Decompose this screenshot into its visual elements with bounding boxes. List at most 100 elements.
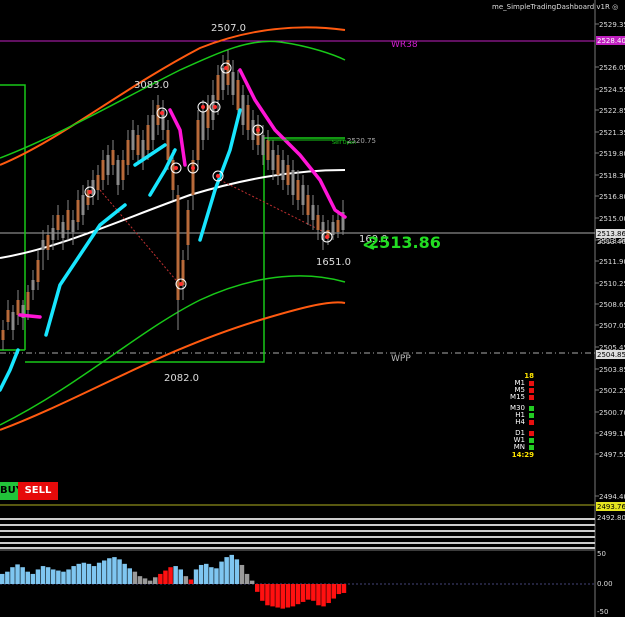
candle-body <box>126 140 130 165</box>
candle-body <box>11 312 15 330</box>
histogram-bar <box>122 563 127 584</box>
histogram-bar <box>214 568 219 584</box>
histogram-bar <box>40 566 46 584</box>
candle-body <box>181 260 185 285</box>
trend-status-square-icon <box>529 406 534 411</box>
histogram-bar <box>234 559 240 584</box>
histogram-bar <box>183 576 189 584</box>
wr38-label: WR38 <box>391 40 418 50</box>
dashboard-row: H4 <box>508 419 534 426</box>
candle-body <box>56 215 60 230</box>
high-count-label: 2507.0 <box>211 23 246 34</box>
histogram-bar <box>61 571 66 584</box>
histogram-bar <box>168 567 173 584</box>
candle-body <box>36 260 40 282</box>
signal-dot <box>224 66 228 70</box>
price-axis: 2529.35 2526.05 2524.55 2522.85 2521.35 2519.… <box>595 21 625 501</box>
histogram-bar <box>30 573 36 584</box>
buy-button[interactable]: BUY <box>0 482 18 500</box>
histogram-bar <box>173 566 178 584</box>
histogram-bar <box>295 584 301 605</box>
candle-body <box>6 310 10 322</box>
histogram-bar <box>76 563 81 584</box>
signal-dot <box>174 166 178 170</box>
candle-body <box>246 105 250 130</box>
histogram-bar <box>219 561 224 584</box>
trend-status-square-icon <box>529 413 534 418</box>
candle-body <box>131 130 135 150</box>
trend-status-square-icon <box>529 445 534 450</box>
histogram-bar <box>86 563 92 584</box>
histogram-bar <box>153 577 158 584</box>
signal-dot <box>160 111 164 115</box>
candle-body <box>81 195 85 215</box>
histogram-bar <box>204 563 209 584</box>
current-price-tag: 2513.46 <box>597 238 625 246</box>
price-tick-label: 2515.00 <box>599 215 625 223</box>
histogram-bar <box>300 584 306 602</box>
candle-body <box>316 215 320 230</box>
candle-body <box>166 130 170 160</box>
histogram-bar <box>81 562 87 584</box>
candle-body <box>31 280 35 290</box>
candle-body <box>121 160 125 180</box>
indicator-title: me_SimpleTradingDashboard v1R ◎ <box>492 3 619 11</box>
candle-body <box>271 150 275 170</box>
histogram-bar <box>102 560 107 584</box>
histogram-bar <box>91 566 97 584</box>
histogram-bar <box>265 584 270 606</box>
sell-button[interactable]: SELL <box>18 482 58 500</box>
price-tick-label: 2494.40 <box>599 493 625 501</box>
histogram-bar <box>5 571 10 584</box>
trend-status-square-icon <box>529 395 534 400</box>
histogram-bar <box>326 584 331 604</box>
histogram-bar <box>25 571 30 584</box>
candle-body <box>61 222 65 238</box>
wr38-price-tag: 2528.40 <box>597 37 625 45</box>
candle-body <box>281 160 285 180</box>
candle-body <box>151 115 155 140</box>
histogram-bar <box>66 569 71 584</box>
sell-open-price: 2520.75 <box>347 137 376 145</box>
upper-orange-band <box>0 26 346 166</box>
wpp-label: WPP <box>391 354 411 364</box>
signal-dot <box>179 282 183 286</box>
price-tick-label: 2516.80 <box>599 193 625 201</box>
price-tick-label: 2510.25 <box>599 280 625 288</box>
timeframe-dashboard: 18 M1 M5 M15 M30 H1 H4 D1 W1 MN 14:29 <box>508 372 534 459</box>
histogram-bar <box>132 571 138 584</box>
candle-body <box>241 95 245 125</box>
chart-canvas[interactable]: 2507.0 3083.0 2082.0 1651.0 169.0 Sell O… <box>0 0 625 617</box>
signal-dot <box>201 105 205 109</box>
candle-body <box>26 292 30 310</box>
signal-dot <box>325 235 329 239</box>
histogram-bar <box>56 570 61 584</box>
level-lines-pane <box>0 518 595 549</box>
histogram-bar <box>285 584 291 608</box>
histogram-bar <box>45 567 51 584</box>
signal-dot <box>216 174 220 178</box>
histogram-bar <box>178 569 183 584</box>
candle-body <box>96 175 100 190</box>
dashboard-rows: M1 M5 M15 M30 H1 H4 D1 W1 MN <box>508 380 534 451</box>
histogram-bar <box>239 564 245 584</box>
price-tick-label: 2502.25 <box>599 387 625 395</box>
histogram-bar <box>96 562 102 584</box>
bid-price-tag: 2513.86 <box>597 230 625 238</box>
signal-dot <box>256 128 260 132</box>
price-tick-label: 2529.35 <box>599 21 625 29</box>
price-tick-label: 2519.80 <box>599 150 625 158</box>
price-tick-label: 2497.55 <box>599 451 625 459</box>
signal-dot <box>88 190 92 194</box>
candle-body <box>196 120 200 160</box>
price-tick-label: 2511.90 <box>599 258 625 266</box>
histogram-bar <box>107 558 112 584</box>
histogram-bar <box>198 564 204 584</box>
candle-body <box>136 135 140 155</box>
histogram-bar <box>127 568 132 584</box>
candle-body <box>231 72 235 95</box>
candle-body <box>101 160 105 180</box>
histogram-bar <box>249 580 255 584</box>
dashboard-timeframe-label: MN <box>513 443 525 451</box>
price-tick-label: 2500.70 <box>599 409 625 417</box>
